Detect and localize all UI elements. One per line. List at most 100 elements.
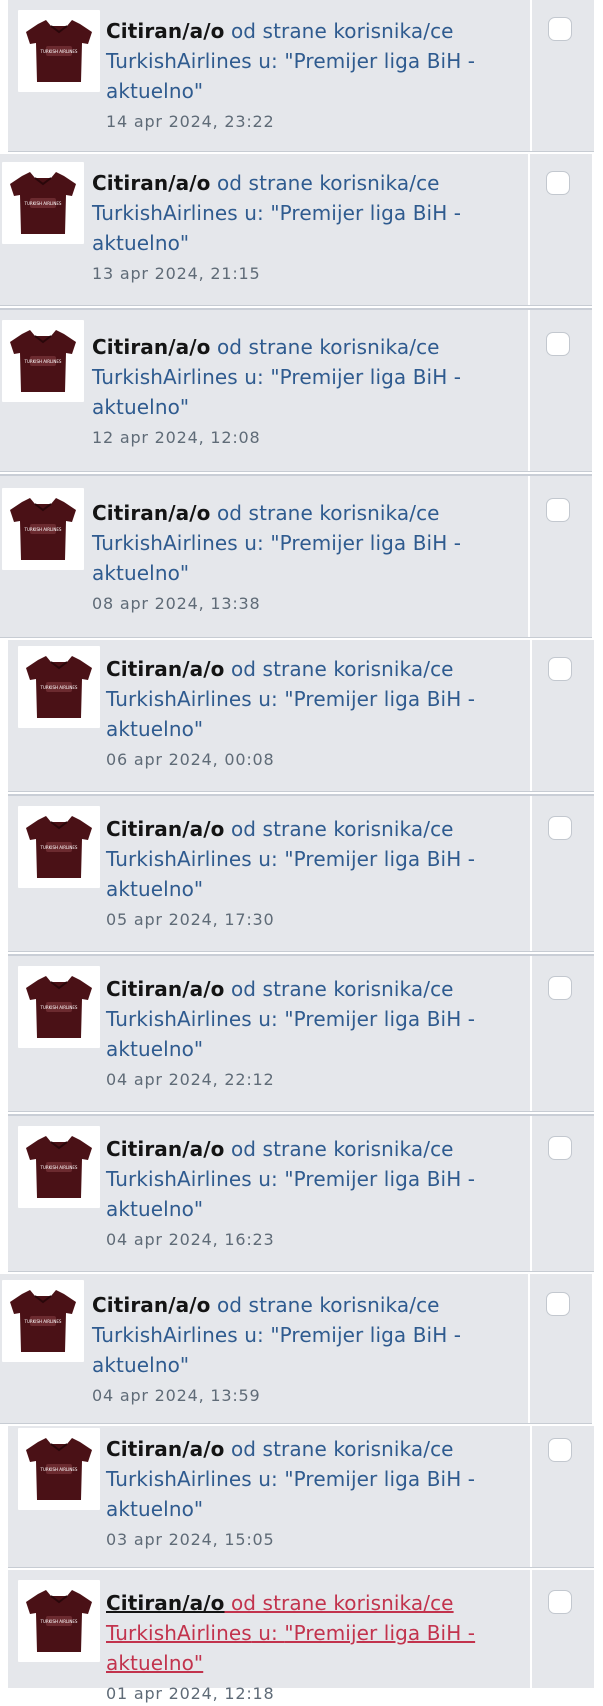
svg-text:TURKISH AIRLINES: TURKISH AIRLINES bbox=[24, 1319, 62, 1324]
svg-text:TURKISH AIRLINES: TURKISH AIRLINES bbox=[24, 527, 62, 532]
svg-text:TURKISH AIRLINES: TURKISH AIRLINES bbox=[40, 1005, 78, 1010]
notification-time: 04 apr 2024, 13:59 bbox=[92, 1386, 261, 1405]
select-checkbox[interactable] bbox=[548, 1136, 572, 1160]
jersey-icon: TURKISH AIRLINES bbox=[26, 976, 92, 1038]
jersey-icon: TURKISH AIRLINES bbox=[10, 1290, 76, 1352]
notification-time: 13 apr 2024, 21:15 bbox=[92, 264, 261, 283]
avatar[interactable]: TURKISH AIRLINES bbox=[18, 806, 100, 888]
svg-text:TURKISH AIRLINES: TURKISH AIRLINES bbox=[24, 359, 62, 364]
notification-time: 14 apr 2024, 23:22 bbox=[106, 112, 275, 131]
jersey-icon: TURKISH AIRLINES bbox=[26, 20, 92, 82]
select-checkbox[interactable] bbox=[546, 171, 570, 195]
avatar[interactable]: TURKISH AIRLINES bbox=[2, 1280, 84, 1362]
notification-text[interactable]: Citiran/a/o od strane korisnika/ce Turkis… bbox=[106, 974, 486, 1092]
notification-text[interactable]: Citiran/a/o od strane korisnika/ce Turkis… bbox=[92, 1290, 482, 1408]
notification-text[interactable]: Citiran/a/o od strane korisnika/ce Turkis… bbox=[106, 16, 486, 134]
select-checkbox[interactable] bbox=[548, 1438, 572, 1462]
avatar[interactable]: TURKISH AIRLINES bbox=[18, 646, 100, 728]
notification-time: 08 apr 2024, 13:38 bbox=[92, 594, 261, 613]
svg-text:TURKISH AIRLINES: TURKISH AIRLINES bbox=[24, 201, 62, 206]
notification-lead: Citiran/a/o bbox=[106, 817, 225, 841]
jersey-icon: TURKISH AIRLINES bbox=[26, 656, 92, 718]
notification-lead: Citiran/a/o bbox=[92, 501, 211, 525]
notification-item[interactable]: TURKISH AIRLINES Citiran/a/o od strane k… bbox=[8, 640, 594, 792]
avatar[interactable]: TURKISH AIRLINES bbox=[18, 1428, 100, 1510]
notification-checkbox-cell bbox=[530, 1570, 592, 1688]
notification-text[interactable]: Citiran/a/o od strane korisnika/ce Turkis… bbox=[92, 498, 482, 616]
jersey-icon: TURKISH AIRLINES bbox=[26, 1438, 92, 1500]
notification-text[interactable]: Citiran/a/o od strane korisnika/ce Turkis… bbox=[106, 654, 486, 772]
notification-text[interactable]: Citiran/a/o od strane korisnika/ce Turkis… bbox=[106, 1134, 486, 1252]
avatar[interactable]: TURKISH AIRLINES bbox=[18, 1126, 100, 1208]
select-checkbox[interactable] bbox=[548, 657, 572, 681]
notification-lead: Citiran/a/o bbox=[106, 977, 225, 1001]
notification-checkbox-cell bbox=[528, 310, 590, 471]
notification-lead: Citiran/a/o bbox=[92, 335, 211, 359]
notification-checkbox-cell bbox=[528, 1274, 590, 1423]
avatar[interactable]: TURKISH AIRLINES bbox=[18, 10, 100, 92]
select-checkbox[interactable] bbox=[548, 1590, 572, 1614]
avatar[interactable]: TURKISH AIRLINES bbox=[2, 320, 84, 402]
notification-time: 06 apr 2024, 00:08 bbox=[106, 750, 275, 769]
select-checkbox[interactable] bbox=[546, 1292, 570, 1316]
notification-item[interactable]: TURKISH AIRLINES Citiran/a/o od strane k… bbox=[8, 0, 594, 152]
notification-checkbox-cell bbox=[530, 0, 592, 151]
svg-text:TURKISH AIRLINES: TURKISH AIRLINES bbox=[40, 1467, 78, 1472]
select-checkbox[interactable] bbox=[548, 976, 572, 1000]
notification-item[interactable]: TURKISH AIRLINES Citiran/a/o od strane k… bbox=[8, 1570, 594, 1703]
notification-item[interactable]: TURKISH AIRLINES Citiran/a/o od strane k… bbox=[8, 794, 594, 952]
svg-text:TURKISH AIRLINES: TURKISH AIRLINES bbox=[40, 685, 78, 690]
notification-time: 03 apr 2024, 15:05 bbox=[106, 1530, 275, 1549]
jersey-icon: TURKISH AIRLINES bbox=[26, 1590, 92, 1652]
avatar[interactable]: TURKISH AIRLINES bbox=[2, 162, 84, 244]
notification-lead: Citiran/a/o bbox=[92, 1293, 211, 1317]
avatar[interactable]: TURKISH AIRLINES bbox=[18, 966, 100, 1048]
notification-text[interactable]: Citiran/a/o od strane korisnika/ce Turkis… bbox=[106, 814, 486, 932]
notification-text[interactable]: Citiran/a/o od strane korisnika/ce Turkis… bbox=[92, 168, 482, 286]
notification-checkbox-cell bbox=[530, 640, 592, 791]
select-checkbox[interactable] bbox=[546, 498, 570, 522]
notification-time: 04 apr 2024, 16:23 bbox=[106, 1230, 275, 1249]
notification-checkbox-cell bbox=[530, 796, 592, 951]
notification-lead: Citiran/a/o bbox=[106, 1437, 225, 1461]
notification-item[interactable]: TURKISH AIRLINES Citiran/a/o od strane k… bbox=[0, 154, 592, 306]
jersey-icon: TURKISH AIRLINES bbox=[10, 498, 76, 560]
notification-lead: Citiran/a/o bbox=[106, 1591, 225, 1615]
jersey-icon: TURKISH AIRLINES bbox=[10, 172, 76, 234]
notification-lead: Citiran/a/o bbox=[106, 1137, 225, 1161]
notification-checkbox-cell bbox=[530, 1426, 592, 1567]
notification-time: 05 apr 2024, 17:30 bbox=[106, 910, 275, 929]
notification-time: 12 apr 2024, 12:08 bbox=[92, 428, 261, 447]
svg-text:TURKISH AIRLINES: TURKISH AIRLINES bbox=[40, 1165, 78, 1170]
notification-text[interactable]: Citiran/a/o od strane korisnika/ce Turkis… bbox=[106, 1588, 486, 1706]
notification-checkbox-cell bbox=[528, 154, 590, 305]
notification-time: 04 apr 2024, 22:12 bbox=[106, 1070, 275, 1089]
notification-time: 01 apr 2024, 12:18 bbox=[106, 1684, 275, 1703]
jersey-icon: TURKISH AIRLINES bbox=[10, 330, 76, 392]
avatar[interactable]: TURKISH AIRLINES bbox=[2, 488, 84, 570]
notification-text[interactable]: Citiran/a/o od strane korisnika/ce Turkis… bbox=[106, 1434, 486, 1552]
avatar[interactable]: TURKISH AIRLINES bbox=[18, 1580, 100, 1662]
jersey-icon: TURKISH AIRLINES bbox=[26, 816, 92, 878]
svg-text:TURKISH AIRLINES: TURKISH AIRLINES bbox=[40, 49, 78, 54]
select-checkbox[interactable] bbox=[548, 816, 572, 840]
svg-text:TURKISH AIRLINES: TURKISH AIRLINES bbox=[40, 1619, 78, 1624]
notification-item[interactable]: TURKISH AIRLINES Citiran/a/o od strane k… bbox=[8, 954, 594, 1112]
notification-item[interactable]: TURKISH AIRLINES Citiran/a/o od strane k… bbox=[0, 474, 592, 638]
select-checkbox[interactable] bbox=[546, 332, 570, 356]
notification-checkbox-cell bbox=[528, 476, 590, 637]
notification-item[interactable]: TURKISH AIRLINES Citiran/a/o od strane k… bbox=[0, 1274, 592, 1424]
notification-list: TURKISH AIRLINES Citiran/a/o od strane k… bbox=[0, 0, 603, 1703]
notification-item[interactable]: TURKISH AIRLINES Citiran/a/o od strane k… bbox=[8, 1114, 594, 1272]
notification-lead: Citiran/a/o bbox=[106, 19, 225, 43]
svg-text:TURKISH AIRLINES: TURKISH AIRLINES bbox=[40, 845, 78, 850]
notification-lead: Citiran/a/o bbox=[106, 657, 225, 681]
notification-item[interactable]: TURKISH AIRLINES Citiran/a/o od strane k… bbox=[0, 308, 592, 472]
select-checkbox[interactable] bbox=[548, 17, 572, 41]
notification-text[interactable]: Citiran/a/o od strane korisnika/ce Turkis… bbox=[92, 332, 482, 450]
notification-checkbox-cell bbox=[530, 956, 592, 1111]
notification-lead: Citiran/a/o bbox=[92, 171, 211, 195]
notification-item[interactable]: TURKISH AIRLINES Citiran/a/o od strane k… bbox=[8, 1426, 594, 1568]
notification-checkbox-cell bbox=[530, 1116, 592, 1271]
jersey-icon: TURKISH AIRLINES bbox=[26, 1136, 92, 1198]
